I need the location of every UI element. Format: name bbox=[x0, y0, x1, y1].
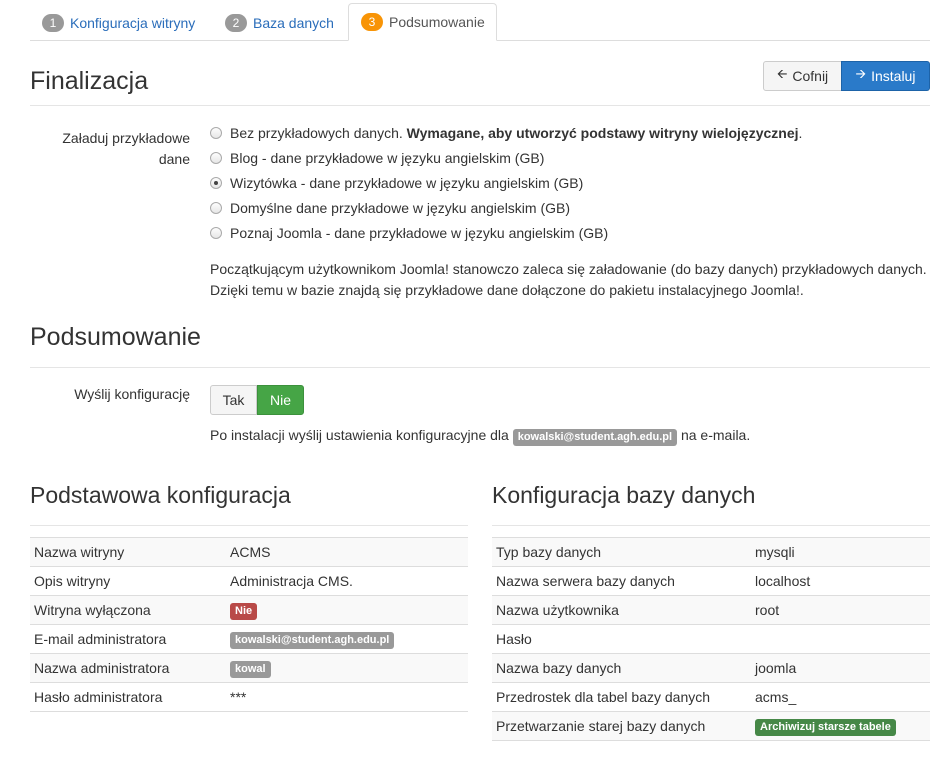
sample-option-none[interactable]: Bez przykładowych danych. Wymagane, aby … bbox=[210, 123, 802, 143]
radio-button-selected[interactable] bbox=[210, 177, 222, 189]
sample-option-blog[interactable]: Blog - dane przykładowe w języku angiels… bbox=[210, 148, 544, 168]
help-line: Dzięki temu w bazie znajdą się przykłado… bbox=[210, 282, 804, 298]
send-config-label: Wyślij konfigurację bbox=[74, 386, 190, 402]
row-label: Hasło administratora bbox=[30, 682, 226, 712]
sample-data-label-line: dane bbox=[158, 151, 190, 167]
sample-data-help: Początkującym użytkownikom Joomla! stano… bbox=[210, 259, 927, 301]
admin-username-badge: kowal bbox=[230, 660, 271, 678]
radio-button[interactable] bbox=[210, 152, 222, 164]
radio-button[interactable] bbox=[210, 127, 222, 139]
admin-email-badge: kowalski@student.agh.edu.pl bbox=[230, 631, 395, 649]
row-value: root bbox=[751, 595, 930, 625]
row-label: Nazwa bazy danych bbox=[492, 653, 751, 683]
db-config-title: Konfiguracja bazy danych bbox=[492, 482, 756, 508]
basic-config-table: Nazwa witryny ACMS Opis witryny Administ… bbox=[30, 537, 468, 712]
sample-option-learn-joomla[interactable]: Poznaj Joomla - dane przykładowe w język… bbox=[210, 223, 608, 243]
table-row: Hasło administratora *** bbox=[30, 682, 468, 712]
row-value: *** bbox=[226, 682, 468, 712]
table-row: Przetwarzanie starej bazy danych Archiwi… bbox=[492, 711, 930, 741]
row-value: ACMS bbox=[226, 537, 468, 567]
row-label: Nazwa witryny bbox=[30, 537, 226, 567]
row-value: acms_ bbox=[751, 682, 930, 712]
row-value: Administracja CMS. bbox=[226, 566, 468, 596]
row-label: E-mail administratora bbox=[30, 624, 226, 654]
offline-status-badge: Nie bbox=[230, 602, 258, 620]
row-value: kowalski@student.agh.edu.pl bbox=[226, 624, 468, 654]
row-label: Przedrostek dla tabel bazy danych bbox=[492, 682, 751, 712]
option-required-note: Wymagane, aby utworzyć podstawy witryny … bbox=[406, 125, 799, 141]
back-button-label: Cofnij bbox=[792, 68, 829, 84]
option-label: Bez przykładowych danych. Wymagane, aby … bbox=[230, 125, 802, 141]
divider bbox=[30, 525, 468, 526]
arrow-left-icon: 🡨 bbox=[776, 66, 788, 81]
table-row: Nazwa serwera bazy danych localhost bbox=[492, 566, 930, 596]
step-number-badge: 3 bbox=[361, 13, 383, 31]
email-badge: kowalski@student.agh.edu.pl bbox=[512, 429, 678, 446]
row-value: kowal bbox=[226, 653, 468, 683]
tab-summary[interactable]: 3 Podsumowanie bbox=[348, 3, 497, 41]
row-label: Hasło bbox=[492, 624, 751, 654]
row-value: joomla bbox=[751, 653, 930, 683]
send-config-no-button[interactable]: Nie bbox=[257, 385, 304, 415]
radio-button[interactable] bbox=[210, 227, 222, 239]
sample-option-brochure[interactable]: Wizytówka - dane przykładowe w języku an… bbox=[210, 173, 583, 193]
install-button-label: Instaluj bbox=[871, 68, 916, 84]
sample-option-default[interactable]: Domyślne dane przykładowe w języku angie… bbox=[210, 198, 570, 218]
table-row: E-mail administratora kowalski@student.a… bbox=[30, 624, 468, 654]
note-text: Po instalacji wyślij ustawienia konfigur… bbox=[210, 427, 509, 443]
table-row: Nazwa bazy danych joomla bbox=[492, 653, 930, 683]
row-value bbox=[751, 624, 930, 654]
row-value: Archiwizuj starsze tabele bbox=[751, 711, 930, 741]
table-row: Nazwa użytkownika root bbox=[492, 595, 930, 625]
row-label: Nazwa serwera bazy danych bbox=[492, 566, 751, 596]
option-tail: . bbox=[798, 125, 803, 141]
table-row: Opis witryny Administracja CMS. bbox=[30, 566, 468, 596]
row-label: Nazwa użytkownika bbox=[492, 595, 751, 625]
tab-site-configuration[interactable]: 1 Konfiguracja witryny bbox=[30, 4, 207, 41]
send-config-yes-button[interactable]: Tak bbox=[210, 385, 257, 415]
option-text: Bez przykładowych danych. bbox=[230, 125, 403, 141]
back-button[interactable]: 🡨 Cofnij bbox=[763, 61, 842, 91]
tab-database[interactable]: 2 Baza danych bbox=[213, 4, 346, 41]
help-line: Początkującym użytkownikom Joomla! stano… bbox=[210, 261, 927, 277]
divider bbox=[30, 105, 930, 106]
row-label: Przetwarzanie starej bazy danych bbox=[492, 711, 751, 741]
divider bbox=[30, 367, 930, 368]
table-row: Hasło bbox=[492, 624, 930, 654]
row-value: Nie bbox=[226, 595, 468, 625]
section-title-finalization: Finalizacja bbox=[30, 67, 149, 95]
table-row: Nazwa witryny ACMS bbox=[30, 537, 468, 567]
radio-button[interactable] bbox=[210, 202, 222, 214]
step-number-badge: 1 bbox=[42, 13, 64, 32]
table-row: Nazwa administratora kowal bbox=[30, 653, 468, 683]
old-db-action-badge: Archiwizuj starsze tabele bbox=[755, 718, 896, 736]
row-label: Nazwa administratora bbox=[30, 653, 226, 683]
option-label: Blog - dane przykładowe w języku angiels… bbox=[230, 150, 545, 166]
option-label: Domyślne dane przykładowe w języku angie… bbox=[230, 200, 571, 216]
row-label: Opis witryny bbox=[30, 566, 226, 596]
tab-label: Konfiguracja witryny bbox=[70, 14, 196, 31]
tab-label: Podsumowanie bbox=[389, 14, 485, 30]
note-text: na e-maila. bbox=[680, 427, 751, 443]
install-button[interactable]: 🡪 Instaluj bbox=[841, 61, 930, 91]
tab-label: Baza danych bbox=[253, 14, 334, 31]
table-row: Przedrostek dla tabel bazy danych acms_ bbox=[492, 682, 930, 712]
divider bbox=[492, 525, 930, 526]
option-label: Poznaj Joomla - dane przykładowe w język… bbox=[230, 225, 609, 241]
basic-config-title: Podstawowa konfiguracja bbox=[30, 482, 291, 508]
step-number-badge: 2 bbox=[225, 13, 247, 32]
table-row: Witryna wyłączona Nie bbox=[30, 595, 468, 625]
arrow-right-icon: 🡪 bbox=[855, 66, 867, 81]
row-value: localhost bbox=[751, 566, 930, 596]
sample-data-label-line: Załaduj przykładowe bbox=[62, 130, 190, 146]
table-row: Typ bazy danych mysqli bbox=[492, 537, 930, 567]
row-label: Witryna wyłączona bbox=[30, 595, 226, 625]
row-value: mysqli bbox=[751, 537, 930, 567]
option-label: Wizytówka - dane przykładowe w języku an… bbox=[230, 175, 584, 191]
db-config-table: Typ bazy danych mysqli Nazwa serwera baz… bbox=[492, 537, 930, 741]
sample-data-label: Załaduj przykładowe dane bbox=[30, 128, 190, 170]
section-title-summary: Podsumowanie bbox=[30, 323, 201, 351]
row-label: Typ bazy danych bbox=[492, 537, 751, 567]
send-config-note: Po instalacji wyślij ustawienia konfigur… bbox=[210, 425, 750, 446]
